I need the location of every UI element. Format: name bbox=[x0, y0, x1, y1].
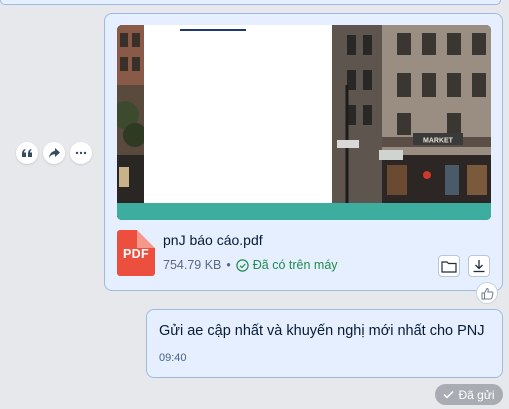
meta-separator: • bbox=[226, 258, 231, 272]
file-message-bubble[interactable]: MARKET PDF pnJ báo cáo.pdf 754.79 KB • Đ… bbox=[104, 13, 503, 291]
message-time: 09:40 bbox=[159, 352, 187, 364]
pdf-file-icon: PDF bbox=[117, 230, 155, 276]
sent-status-badge: Đã gửi bbox=[435, 384, 503, 405]
pdf-page-preview bbox=[144, 25, 332, 220]
open-folder-button[interactable] bbox=[438, 255, 460, 277]
market-sign-text: MARKET bbox=[423, 138, 454, 145]
previous-message-bubble[interactable] bbox=[0, 0, 501, 5]
quote-icon bbox=[22, 149, 32, 157]
quote-button[interactable] bbox=[16, 142, 38, 164]
pdf-preview-thumbnail[interactable]: MARKET bbox=[117, 25, 491, 220]
react-like-button[interactable] bbox=[476, 282, 498, 304]
share-button[interactable] bbox=[43, 142, 65, 164]
sent-status-text: Đã gửi bbox=[458, 387, 495, 402]
text-message-bubble[interactable]: Gửi ae cập nhất và khuyến nghị mới nhất … bbox=[146, 309, 503, 378]
download-status: Đã có trên máy bbox=[236, 258, 338, 272]
thumbs-up-icon bbox=[481, 287, 493, 299]
check-icon bbox=[443, 390, 454, 399]
share-icon bbox=[48, 148, 60, 158]
file-size: 754.79 KB bbox=[163, 258, 222, 272]
more-icon bbox=[75, 151, 87, 155]
folder-icon bbox=[441, 260, 457, 273]
preview-accent-strip bbox=[117, 203, 491, 220]
pdf-type-label: PDF bbox=[123, 247, 149, 261]
download-icon bbox=[473, 260, 485, 273]
pdf-page-header-rule bbox=[180, 29, 246, 31]
chat-conversation: MARKET PDF pnJ báo cáo.pdf 754.79 KB • Đ… bbox=[0, 0, 509, 409]
more-options-button[interactable] bbox=[70, 142, 92, 164]
file-meta: 754.79 KB • Đã có trên máy bbox=[163, 258, 338, 272]
check-circle-icon bbox=[236, 258, 249, 272]
download-status-text: Đã có trên máy bbox=[252, 258, 338, 272]
file-name[interactable]: pnJ báo cáo.pdf bbox=[163, 232, 263, 248]
message-actions bbox=[16, 142, 92, 164]
message-text: Gửi ae cập nhất và khuyến nghị mới nhất … bbox=[159, 323, 485, 339]
download-button[interactable] bbox=[468, 255, 490, 277]
